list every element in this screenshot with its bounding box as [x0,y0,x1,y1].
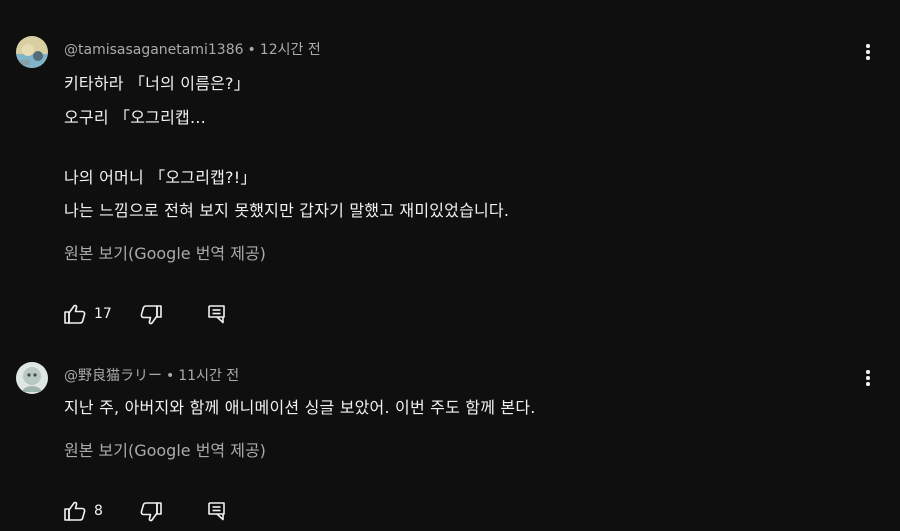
more-options-button[interactable] [858,40,878,64]
more-vert-icon-dot [866,56,870,60]
timestamp[interactable]: 12시간 전 [260,42,321,58]
more-vert-icon [866,370,870,374]
thumb-up-icon [64,501,86,521]
comment-text-line: 나의 어머니 「오그리캡?!」 [64,168,257,187]
more-vert-icon-dot [866,382,870,386]
comment-header: @tamisasaganetami1386 • 12시간 전 [64,39,321,59]
reply-icon [207,304,227,324]
more-vert-icon-dot [866,50,870,54]
thumb-down-icon [140,305,162,325]
comment-text-line: 키타하라 「너의 이름은?」 [64,74,250,93]
more-options-button[interactable] [858,366,878,390]
comment-text-line: 지난 주, 아버지와 함께 애니메이션 싱글 보았어. 이번 주도 함께 본다. [64,398,536,417]
avatar[interactable] [16,36,48,68]
more-vert-icon [866,44,870,48]
reply-button[interactable] [207,304,227,324]
show-original-link[interactable]: 원본 보기(Google 번역 제공) [64,240,266,264]
dislike-button[interactable] [140,502,162,522]
like-button[interactable]: 8 [64,501,103,521]
dislike-button[interactable] [140,305,162,325]
like-count: 17 [94,306,112,322]
comment-text-line: 나는 느낌으로 전혀 보지 못했지만 갑자기 말했고 재미있었습니다. [64,201,510,220]
timestamp[interactable]: 11시간 전 [178,368,239,384]
author-name[interactable]: @野良猫ラリー [64,368,162,384]
reply-icon [207,501,227,521]
show-original-link[interactable]: 원본 보기(Google 번역 제공) [64,437,266,461]
separator: • [166,368,175,384]
thumb-down-icon [140,502,162,522]
comment-text-line: 오구리 「오그리캡… [64,108,207,127]
comment-header: @野良猫ラリー • 11시간 전 [64,365,239,385]
like-count: 8 [94,503,103,519]
reply-button[interactable] [207,501,227,521]
author-name[interactable]: @tamisasaganetami1386 [64,42,244,58]
like-button[interactable]: 17 [64,304,112,324]
thumb-up-icon [64,304,86,324]
avatar[interactable] [16,362,48,394]
more-vert-icon-dot [866,376,870,380]
separator: • [247,42,256,58]
